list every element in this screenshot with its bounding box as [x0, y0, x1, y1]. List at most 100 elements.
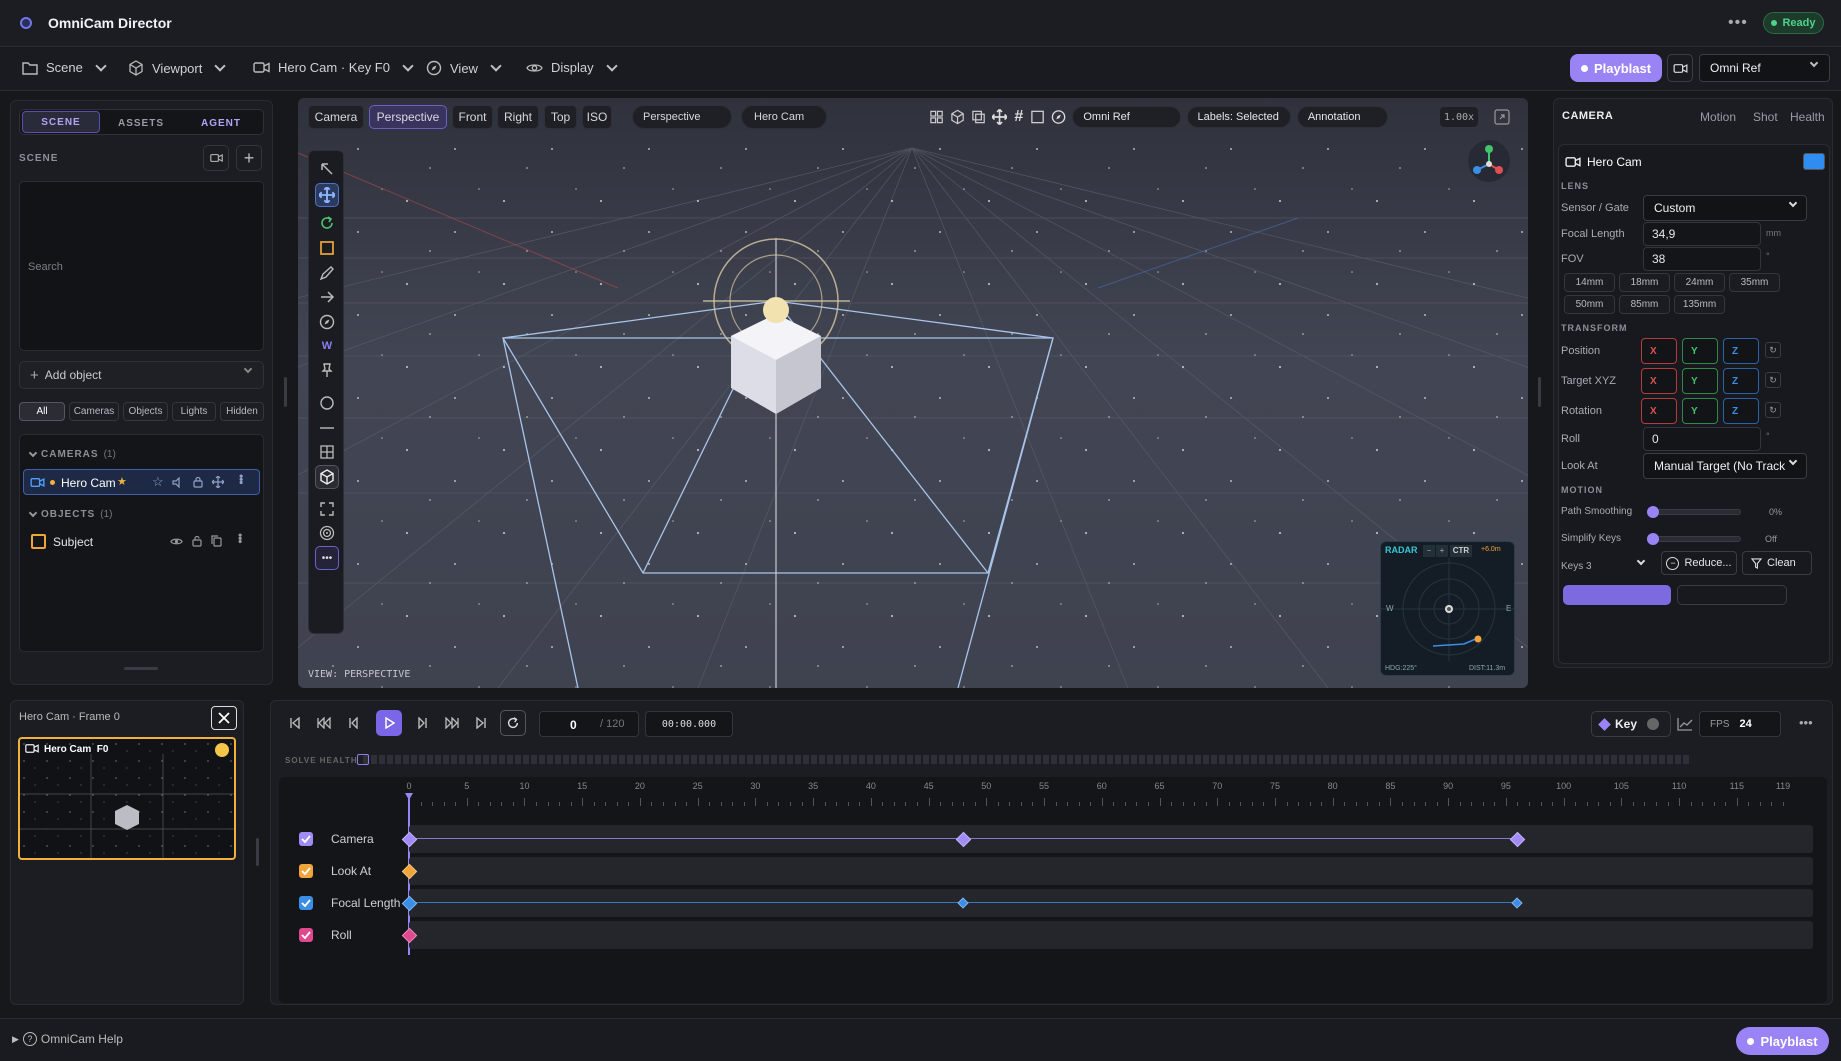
rotation-z-input[interactable]: Z	[1723, 398, 1759, 424]
go-to-end-button[interactable]	[469, 711, 493, 735]
frame-counter[interactable]: 0 / 120	[539, 711, 639, 737]
viewport[interactable]: Camera Perspective Front Right Top ISO P…	[298, 98, 1528, 688]
lens-preset-85mm[interactable]: 85mm	[1619, 295, 1670, 314]
footer-playblast-button[interactable]: Playblast	[1736, 1027, 1829, 1055]
kebab-menu-icon[interactable]: •••	[233, 533, 247, 543]
target-x-input[interactable]: X	[1641, 368, 1677, 394]
plane-tool[interactable]	[315, 440, 339, 464]
camera-select[interactable]: Hero Cam	[741, 105, 827, 129]
timeline-more-icon[interactable]: •••	[1799, 715, 1813, 730]
tab-perspective[interactable]: Perspective	[369, 105, 447, 129]
tab-camera[interactable]: Camera	[308, 105, 364, 129]
simplify-keys-slider[interactable]	[1647, 533, 1741, 545]
key-toggle[interactable]: Key	[1591, 711, 1671, 737]
grid-hash-icon[interactable]: #	[1014, 108, 1023, 126]
keyframe[interactable]	[1511, 897, 1524, 909]
path-tool[interactable]	[315, 285, 339, 309]
path-smoothing-slider[interactable]	[1647, 506, 1741, 518]
move-icon[interactable]	[212, 476, 224, 488]
eye-icon[interactable]	[170, 537, 183, 546]
objects-group-header[interactable]: OBJECTS (1)	[28, 508, 112, 520]
cube-tool[interactable]	[315, 465, 339, 489]
orbit-tool[interactable]	[315, 310, 339, 334]
move-tool[interactable]	[315, 183, 339, 207]
maximize-icon[interactable]	[1494, 109, 1510, 125]
keyframe[interactable]	[957, 897, 969, 909]
secondary-motion-button[interactable]	[1677, 585, 1787, 605]
sensor-select[interactable]: Custom	[1643, 195, 1807, 221]
lens-preset-24mm[interactable]: 24mm	[1674, 273, 1725, 292]
lens-preset-50mm[interactable]: 50mm	[1564, 295, 1615, 314]
grid-layout-icon[interactable]	[929, 109, 944, 125]
scale-tool[interactable]	[315, 236, 339, 260]
playblast-button[interactable]: Playblast	[1570, 54, 1662, 82]
prev-key-button[interactable]	[312, 711, 336, 735]
keyframe[interactable]	[1509, 831, 1526, 847]
reference-select[interactable]: Omni Ref	[1699, 54, 1830, 82]
roll-input[interactable]: 0	[1643, 427, 1761, 451]
reset-rotation-button[interactable]: ↻	[1765, 402, 1781, 418]
tab-right[interactable]: Right	[497, 105, 539, 129]
lens-preset-18mm[interactable]: 18mm	[1619, 273, 1670, 292]
position-x-input[interactable]: X	[1641, 338, 1677, 364]
zoom-readout[interactable]: 1.00x	[1440, 107, 1478, 127]
select-tool[interactable]	[315, 157, 339, 181]
close-thumbnail-button[interactable]	[211, 706, 237, 730]
target-y-input[interactable]: Y	[1682, 368, 1718, 394]
camera-color-swatch[interactable]	[1803, 153, 1825, 170]
radar-zoom-out[interactable]: −	[1423, 545, 1435, 557]
tab-motion[interactable]: Motion	[1700, 110, 1736, 124]
favorite-icon[interactable]: ☆	[152, 474, 164, 490]
menu-viewport[interactable]: Viewport	[128, 60, 227, 76]
lock-icon[interactable]	[193, 476, 203, 488]
ref-select[interactable]: Omni Ref	[1072, 106, 1181, 128]
filter-all[interactable]: All	[19, 402, 65, 421]
more-tools-button[interactable]: •••	[315, 546, 339, 570]
layers-icon[interactable]	[971, 109, 986, 125]
keyframe[interactable]	[401, 895, 417, 911]
track-checkbox[interactable]	[299, 864, 313, 878]
reset-target-button[interactable]: ↻	[1765, 372, 1781, 388]
unlock-icon[interactable]	[192, 535, 202, 547]
tab-front[interactable]: Front	[452, 105, 493, 129]
tab-agent[interactable]: AGENT	[182, 110, 260, 136]
add-object-button[interactable]: + Add object	[19, 361, 264, 389]
filter-cameras[interactable]: Cameras	[69, 402, 119, 421]
add-item-button[interactable]: +	[236, 145, 262, 171]
viewport-resize-handle-right[interactable]	[1538, 377, 1541, 407]
kebab-menu-icon[interactable]: •••	[234, 474, 248, 484]
tab-top[interactable]: Top	[544, 105, 577, 129]
menu-camera-key[interactable]: Hero Cam · Key F0	[253, 59, 414, 75]
view-mode-select[interactable]: Perspective	[632, 105, 732, 129]
next-key-button[interactable]	[440, 711, 464, 735]
slider-thumb[interactable]	[1647, 506, 1659, 518]
rotate-tool[interactable]	[315, 211, 339, 235]
copy-icon[interactable]	[211, 535, 222, 547]
labels-select[interactable]: Labels: Selected	[1186, 106, 1291, 128]
track-checkbox[interactable]	[299, 896, 313, 910]
fov-input[interactable]: 38	[1643, 247, 1761, 271]
track-lane[interactable]	[401, 921, 1813, 949]
keyframe[interactable]	[401, 831, 417, 847]
tab-scene[interactable]: SCENE	[22, 111, 100, 133]
track-checkbox[interactable]	[299, 832, 313, 846]
frame-tool[interactable]	[315, 497, 339, 521]
lens-preset-14mm[interactable]: 14mm	[1564, 273, 1615, 292]
next-frame-button[interactable]	[411, 711, 435, 735]
graph-editor-icon[interactable]	[1677, 717, 1693, 731]
filter-objects[interactable]: Objects	[123, 402, 168, 421]
reset-position-button[interactable]: ↻	[1765, 342, 1781, 358]
clean-button[interactable]: Clean	[1742, 551, 1812, 575]
frame-icon[interactable]	[1030, 109, 1045, 125]
waypoint-tool[interactable]: W	[315, 334, 339, 358]
track-lane[interactable]	[401, 825, 1813, 853]
go-to-start-button[interactable]	[283, 711, 307, 735]
pen-tool[interactable]	[315, 261, 339, 285]
search-input[interactable]: Search	[28, 261, 63, 273]
annotation-select[interactable]: Annotation	[1296, 106, 1388, 128]
circle-tool[interactable]	[315, 391, 339, 415]
keyframe[interactable]	[401, 927, 417, 943]
track-lane[interactable]	[401, 889, 1813, 917]
add-camera-button[interactable]	[203, 145, 229, 171]
focal-length-input[interactable]: 34,9	[1643, 222, 1761, 246]
